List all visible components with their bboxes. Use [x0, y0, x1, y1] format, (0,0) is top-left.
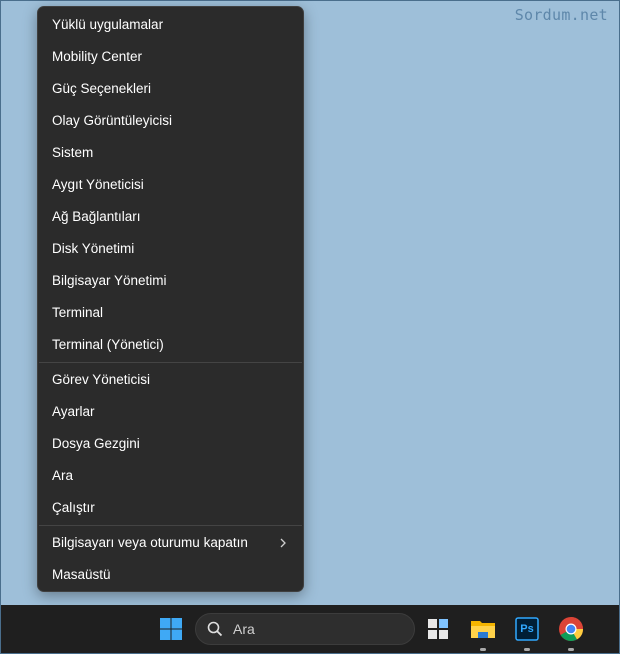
menu-item-power-options[interactable]: Güç Seçenekleri — [42, 74, 299, 104]
menu-item-system[interactable]: Sistem — [42, 138, 299, 168]
menu-item-terminal[interactable]: Terminal — [42, 298, 299, 328]
file-explorer-icon[interactable] — [467, 613, 499, 651]
menu-item-installed-apps[interactable]: Yüklü uygulamalar — [42, 10, 299, 40]
menu-item-task-manager[interactable]: Görev Yöneticisi — [42, 365, 299, 395]
photoshop-label: Ps — [520, 623, 534, 635]
running-indicator — [568, 648, 574, 651]
taskbar: Ara Ps — [1, 605, 619, 653]
search-placeholder: Ara — [233, 621, 255, 637]
menu-item-mobility-center[interactable]: Mobility Center — [42, 42, 299, 72]
menu-item-run[interactable]: Çalıştır — [42, 493, 299, 523]
menu-item-terminal-admin[interactable]: Terminal (Yönetici) — [42, 330, 299, 360]
chrome-icon[interactable] — [555, 613, 587, 651]
menu-item-device-manager[interactable]: Aygıt Yöneticisi — [42, 170, 299, 200]
menu-item-label: Bilgisayarı veya oturumu kapatın — [52, 535, 248, 550]
menu-item-computer-management[interactable]: Bilgisayar Yönetimi — [42, 266, 299, 296]
windows-start-icon[interactable] — [155, 613, 187, 645]
menu-item-file-explorer[interactable]: Dosya Gezgini — [42, 429, 299, 459]
menu-item-event-viewer[interactable]: Olay Görüntüleyicisi — [42, 106, 299, 136]
menu-divider — [39, 362, 302, 363]
taskbar-search-box[interactable]: Ara — [195, 613, 415, 645]
menu-item-shutdown-signout[interactable]: Bilgisayarı veya oturumu kapatın — [42, 528, 299, 558]
running-indicator — [524, 648, 530, 651]
task-view-icon[interactable] — [422, 613, 454, 645]
menu-item-network-connections[interactable]: Ağ Bağlantıları — [42, 202, 299, 232]
watermark: Sordum.net — [514, 6, 608, 24]
photoshop-icon[interactable]: Ps — [511, 613, 543, 651]
menu-item-disk-management[interactable]: Disk Yönetimi — [42, 234, 299, 264]
menu-item-search[interactable]: Ara — [42, 461, 299, 491]
winx-context-menu: Yüklü uygulamalar Mobility Center Güç Se… — [37, 6, 304, 592]
search-icon — [207, 621, 223, 642]
menu-item-desktop[interactable]: Masaüstü — [42, 560, 299, 590]
menu-divider — [39, 525, 302, 526]
menu-item-settings[interactable]: Ayarlar — [42, 397, 299, 427]
running-indicator — [480, 648, 486, 651]
